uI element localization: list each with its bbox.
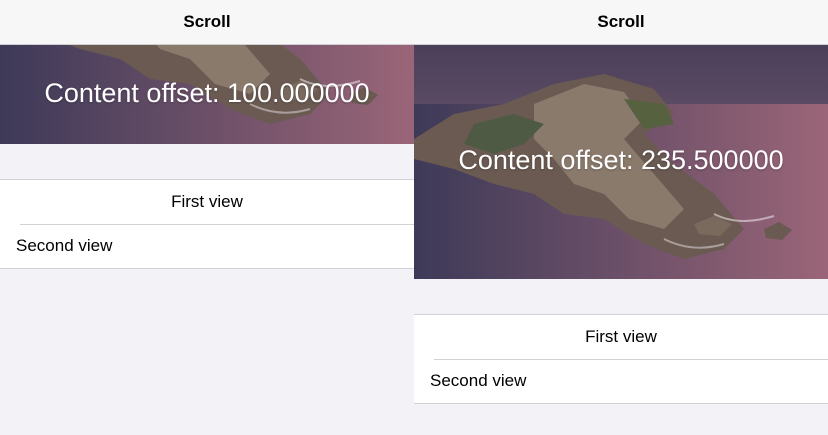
cell-label: First view xyxy=(585,327,657,346)
cell-label: First view xyxy=(171,192,243,211)
first-view-cell[interactable]: First view xyxy=(414,315,828,359)
content-offset-label: Content offset: 100.000000 xyxy=(44,78,370,108)
nav-title: Scroll xyxy=(597,12,645,31)
navigation-bar: Scroll xyxy=(0,0,414,45)
first-view-cell[interactable]: First view xyxy=(0,180,414,224)
cell-label: Second view xyxy=(16,236,113,255)
content-offset-label: Content offset: 235.500000 xyxy=(458,145,784,175)
navigation-bar: Scroll xyxy=(414,0,828,45)
cell-separator xyxy=(20,224,414,225)
header-landscape-image: Content offset: 235.500000 xyxy=(414,44,828,279)
second-view-cell[interactable]: Second view xyxy=(0,224,414,268)
nav-title: Scroll xyxy=(183,12,231,31)
scroll-screen-left: Scroll Content offset: 100.000000 First … xyxy=(0,0,414,435)
scroll-screen-right: Scroll Content offset: 235.500000 First … xyxy=(414,0,828,435)
header-landscape-image: Content offset: 100.000000 xyxy=(0,44,414,144)
cell-separator xyxy=(434,359,828,360)
second-view-cell[interactable]: Second view xyxy=(414,359,828,403)
cell-label: Second view xyxy=(430,371,527,390)
table-section: First view Second view xyxy=(414,314,828,404)
table-section: First view Second view xyxy=(0,179,414,269)
